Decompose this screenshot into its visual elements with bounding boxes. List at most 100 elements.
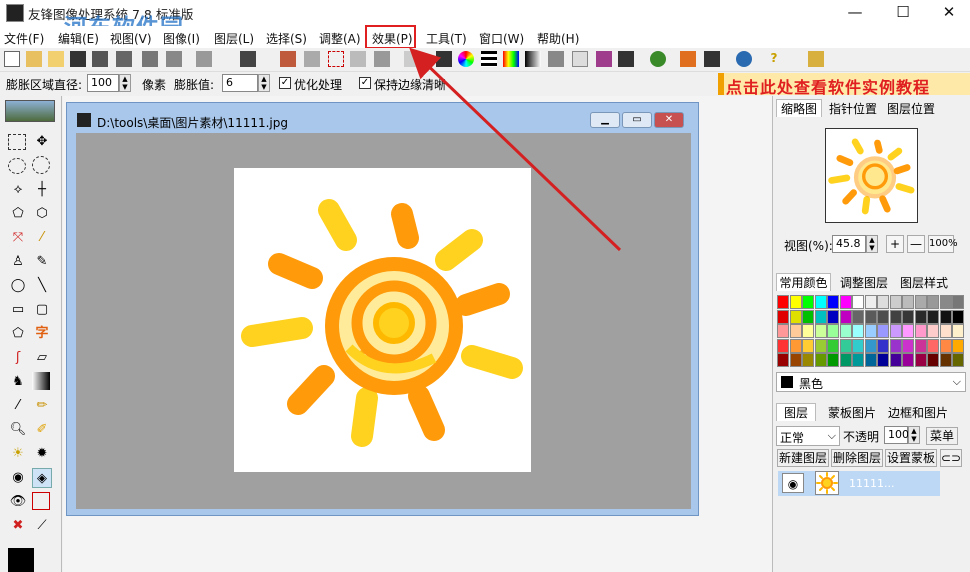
effects-icon[interactable]: [680, 51, 696, 67]
blend-mode-select[interactable]: 正常 ⌵: [776, 426, 840, 446]
levels-icon[interactable]: [481, 51, 497, 67]
pencil-icon[interactable]: ✏: [32, 396, 52, 416]
color-swatch[interactable]: [864, 295, 877, 309]
delete-layer-button[interactable]: 删除图层: [831, 449, 883, 467]
color-swatch[interactable]: [914, 324, 927, 339]
diameter-spinner[interactable]: ▲ ▼: [119, 74, 131, 92]
color-swatch[interactable]: [927, 309, 939, 324]
close-button[interactable]: ✕: [926, 0, 970, 26]
copy-icon[interactable]: [166, 51, 182, 67]
opacity-input[interactable]: 100: [884, 426, 909, 444]
doc-close-button[interactable]: ✕: [654, 112, 684, 128]
color-swatch[interactable]: [789, 324, 802, 339]
color-swatch[interactable]: [864, 324, 877, 339]
expand-spinner[interactable]: ▲ ▼: [258, 74, 270, 92]
print-icon[interactable]: [116, 51, 132, 67]
open-icon[interactable]: [48, 51, 64, 67]
tab-common-colors[interactable]: 常用颜色: [776, 273, 831, 291]
rectangle-icon[interactable]: ▭: [8, 300, 28, 320]
color-swatch[interactable]: [877, 309, 889, 324]
diameter-input[interactable]: 100: [87, 74, 119, 92]
color-swatch[interactable]: [864, 353, 877, 368]
paint-bucket-icon[interactable]: ♞: [8, 372, 28, 392]
color-swatch[interactable]: [952, 338, 964, 353]
color-swatch[interactable]: [902, 295, 914, 309]
tab-adjust-layers[interactable]: 调整图层: [836, 274, 892, 292]
paste-icon[interactable]: [240, 51, 256, 67]
tab-mask-images[interactable]: 蒙板图片: [824, 404, 880, 422]
color-swatch[interactable]: [852, 338, 864, 353]
color-swatch[interactable]: [827, 353, 839, 368]
polygon-lasso-icon[interactable]: ⬠: [8, 204, 28, 224]
web-icon[interactable]: [736, 51, 752, 67]
tutorial-banner-text[interactable]: 点击此处查看软件实例教程: [726, 74, 930, 98]
color-swatch[interactable]: [814, 353, 827, 368]
color-bars-icon[interactable]: [503, 51, 519, 67]
zoom-out-button[interactable]: —: [907, 235, 925, 253]
menu-tools[interactable]: 工具(T): [426, 30, 467, 47]
color-swatch[interactable]: [902, 338, 914, 353]
color-swatch[interactable]: [877, 353, 889, 368]
menu-adjust[interactable]: 调整(A): [319, 30, 361, 47]
lasso-icon[interactable]: ⟡: [8, 180, 28, 200]
color-swatch[interactable]: [939, 353, 952, 368]
tab-layer-position[interactable]: 图层位置: [884, 100, 938, 118]
save-icon[interactable]: [70, 51, 86, 67]
grid-icon[interactable]: [704, 51, 720, 67]
rounded-rect-icon[interactable]: ▢: [32, 300, 52, 320]
keep-edge-checkbox[interactable]: ✓: [359, 77, 371, 89]
transform-icon[interactable]: [304, 51, 320, 67]
color-swatch[interactable]: [914, 353, 927, 368]
color-swatch[interactable]: [827, 324, 839, 339]
color-swatch[interactable]: [777, 309, 789, 324]
color-swatch[interactable]: [864, 309, 877, 324]
clone-icon[interactable]: ✖: [8, 516, 28, 536]
crosshair-icon[interactable]: ┼: [32, 180, 52, 200]
brush-icon[interactable]: ✐: [32, 420, 52, 440]
text-tool-icon[interactable]: 字: [32, 324, 52, 344]
color-swatch[interactable]: [839, 295, 852, 309]
color-swatch[interactable]: [914, 295, 927, 309]
color-swatch[interactable]: [927, 353, 939, 368]
gradient-icon[interactable]: [525, 51, 541, 67]
zoom-100-button[interactable]: 100%: [928, 235, 958, 253]
color-swatch[interactable]: [952, 353, 964, 368]
zoom-spinner[interactable]: ▲ ▼: [866, 235, 878, 253]
zoom-icon[interactable]: 🔍︎: [8, 420, 28, 440]
color-wheel-icon[interactable]: [458, 51, 474, 67]
crop-icon[interactable]: [280, 51, 296, 67]
color-swatch[interactable]: [877, 324, 889, 339]
globe-icon[interactable]: [650, 51, 666, 67]
filter-icon[interactable]: [596, 51, 612, 67]
tab-pointer-position[interactable]: 指针位置: [826, 100, 880, 118]
camera-icon[interactable]: [436, 51, 452, 67]
color-swatch[interactable]: [814, 295, 827, 309]
optimize-checkbox[interactable]: ✓: [279, 77, 291, 89]
color-swatch[interactable]: [839, 338, 852, 353]
color-swatch[interactable]: [827, 338, 839, 353]
color-swatch[interactable]: [939, 338, 952, 353]
brighten-icon[interactable]: ☀: [8, 444, 28, 464]
menu-window[interactable]: 窗口(W): [479, 30, 524, 47]
new-file-icon[interactable]: [4, 51, 20, 67]
color-swatch[interactable]: [914, 338, 927, 353]
menu-view[interactable]: 视图(V): [110, 30, 152, 47]
color-swatch[interactable]: [814, 324, 827, 339]
ellipse-icon[interactable]: ◯: [8, 276, 28, 296]
color-swatch[interactable]: [889, 309, 902, 324]
minimize-button[interactable]: —: [832, 0, 878, 26]
layer-menu-button[interactable]: 菜单: [926, 427, 958, 445]
polygon-icon[interactable]: ⬠: [8, 324, 28, 344]
zoom-input[interactable]: 45.8: [832, 235, 866, 253]
smudge-icon[interactable]: ◉: [8, 468, 28, 488]
color-swatch[interactable]: [839, 353, 852, 368]
rect-select-icon[interactable]: [8, 134, 26, 150]
color-swatch[interactable]: [852, 353, 864, 368]
help-icon[interactable]: ?: [766, 51, 782, 67]
curve-icon[interactable]: ʃ: [8, 348, 28, 368]
magic-wand-icon[interactable]: ⁄: [32, 228, 52, 248]
gradient-tool-icon[interactable]: [32, 372, 50, 390]
color-swatch[interactable]: [814, 309, 827, 324]
color-swatch[interactable]: [777, 324, 789, 339]
menu-file[interactable]: 文件(F): [4, 30, 44, 47]
